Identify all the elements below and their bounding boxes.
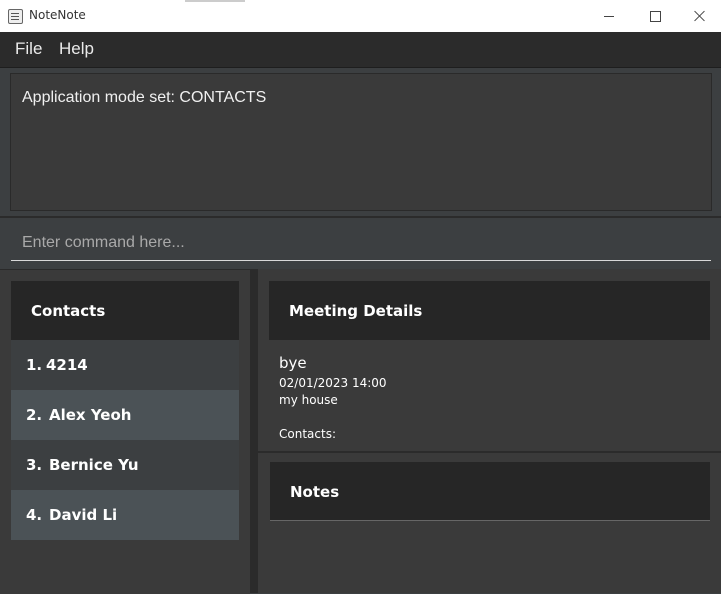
menu-file[interactable]: File <box>15 39 42 59</box>
title-bar-accent <box>185 0 245 2</box>
minimize-icon <box>604 15 614 17</box>
menu-bar: File Help <box>0 32 721 68</box>
list-item[interactable]: 1. 4214 <box>11 340 239 390</box>
contact-name: Alex Yeoh <box>49 406 132 424</box>
list-item[interactable]: 2. Alex Yeoh <box>11 390 239 440</box>
contact-name: Bernice Yu <box>49 456 139 474</box>
result-display: Application mode set: CONTACTS <box>10 73 712 211</box>
menu-help[interactable]: Help <box>59 39 94 59</box>
meeting-contacts-label: Contacts: <box>279 427 336 441</box>
close-button[interactable] <box>677 0 721 32</box>
list-item[interactable]: 3. Bernice Yu <box>11 440 239 490</box>
result-text: Application mode set: CONTACTS <box>22 89 267 106</box>
meeting-title: bye <box>279 354 307 372</box>
list-item[interactable]: 4. David Li <box>11 490 239 540</box>
app-icon <box>8 9 23 24</box>
contact-index: 1. <box>26 356 43 374</box>
contact-index: 3. <box>26 456 43 474</box>
contact-name: 4214 <box>46 356 88 374</box>
title-bar: NoteNote <box>0 0 721 32</box>
divider <box>258 451 721 453</box>
window-title: NoteNote <box>29 8 86 22</box>
pane-divider[interactable] <box>250 269 258 593</box>
notes-header: Notes <box>270 462 710 520</box>
notes-header-label: Notes <box>290 483 340 501</box>
maximize-icon <box>649 10 661 22</box>
command-input[interactable] <box>11 226 711 261</box>
minimize-button[interactable] <box>586 0 632 32</box>
close-icon <box>694 10 706 22</box>
notes-area[interactable] <box>270 520 710 521</box>
contact-index: 4. <box>26 506 43 524</box>
meeting-details-header-label: Meeting Details <box>289 302 423 320</box>
contacts-header-label: Contacts <box>31 302 106 320</box>
contact-index: 2. <box>26 406 43 424</box>
meeting-details-header: Meeting Details <box>269 281 710 340</box>
divider <box>0 216 721 218</box>
meeting-datetime: 02/01/2023 14:00 <box>279 376 387 390</box>
contacts-header: Contacts <box>11 281 239 340</box>
meeting-location: my house <box>279 393 338 407</box>
maximize-button[interactable] <box>632 0 678 32</box>
contact-name: David Li <box>49 506 118 524</box>
